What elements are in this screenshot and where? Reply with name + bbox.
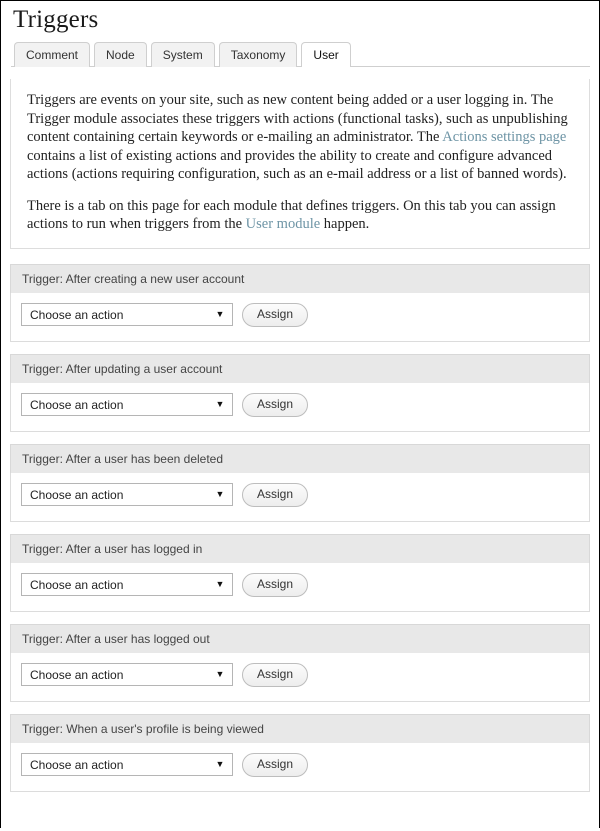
- trigger-section-delete-user: Trigger: After a user has been deleted C…: [10, 443, 590, 522]
- intro-p2-text-after: happen.: [320, 216, 370, 232]
- action-select-value: Choose an action: [30, 487, 124, 502]
- trigger-section-logout: Trigger: After a user has logged out Cho…: [10, 623, 590, 702]
- tab-system[interactable]: System: [150, 42, 215, 67]
- trigger-header: Trigger: After a user has logged out: [10, 623, 590, 653]
- action-select[interactable]: Choose an action ▼: [21, 393, 233, 416]
- triggers-admin-page: Triggers Comment Node System Taxonomy Us…: [1, 5, 599, 831]
- tab-bar: Comment Node System Taxonomy User: [11, 40, 590, 68]
- user-module-link[interactable]: User module: [246, 216, 321, 232]
- chevron-down-icon: ▼: [215, 759, 225, 769]
- chevron-down-icon: ▼: [215, 489, 225, 499]
- assign-button[interactable]: Assign: [242, 662, 309, 687]
- trigger-header: Trigger: When a user's profile is being …: [10, 713, 590, 743]
- actions-settings-page-link[interactable]: Actions settings page: [442, 129, 566, 145]
- page-title: Triggers: [13, 6, 99, 33]
- action-select[interactable]: Choose an action ▼: [21, 573, 233, 596]
- intro-p1-text-after: contains a list of existing actions and …: [27, 147, 567, 183]
- action-select-value: Choose an action: [30, 667, 124, 682]
- tab-comment[interactable]: Comment: [14, 42, 91, 67]
- assign-button[interactable]: Assign: [242, 572, 309, 597]
- assign-button[interactable]: Assign: [242, 752, 309, 777]
- tab-user-label: User: [313, 48, 339, 62]
- tab-node-label: Node: [106, 48, 135, 62]
- trigger-body: Choose an action ▼ Assign: [10, 562, 590, 612]
- action-select[interactable]: Choose an action ▼: [21, 483, 233, 506]
- trigger-header: Trigger: After a user has logged in: [10, 533, 590, 563]
- assign-button[interactable]: Assign: [242, 482, 309, 507]
- intro-panel: Triggers are events on your site, such a…: [10, 79, 590, 249]
- trigger-body: Choose an action ▼ Assign: [10, 292, 590, 342]
- action-select-value: Choose an action: [30, 307, 124, 322]
- chevron-down-icon: ▼: [215, 309, 225, 319]
- trigger-section-list: Trigger: After creating a new user accou…: [10, 263, 590, 792]
- tab-user[interactable]: User: [301, 42, 351, 68]
- action-select[interactable]: Choose an action ▼: [21, 663, 233, 686]
- assign-button[interactable]: Assign: [242, 302, 309, 327]
- trigger-section-create-user: Trigger: After creating a new user accou…: [10, 263, 590, 342]
- chevron-down-icon: ▼: [215, 579, 225, 589]
- tab-taxonomy-label: Taxonomy: [230, 48, 286, 62]
- tab-comment-label: Comment: [26, 48, 79, 62]
- tab-system-label: System: [162, 48, 203, 62]
- action-select[interactable]: Choose an action ▼: [21, 303, 233, 326]
- trigger-section-update-user: Trigger: After updating a user account C…: [10, 353, 590, 432]
- trigger-section-view-profile: Trigger: When a user's profile is being …: [10, 713, 590, 792]
- action-select-value: Choose an action: [30, 757, 124, 772]
- tab-list: Comment Node System Taxonomy User: [11, 40, 590, 68]
- chevron-down-icon: ▼: [215, 669, 225, 679]
- tab-node[interactable]: Node: [94, 42, 147, 67]
- trigger-section-login: Trigger: After a user has logged in Choo…: [10, 533, 590, 612]
- action-select-value: Choose an action: [30, 577, 124, 592]
- trigger-header: Trigger: After a user has been deleted: [10, 443, 590, 473]
- chevron-down-icon: ▼: [215, 399, 225, 409]
- action-select[interactable]: Choose an action ▼: [21, 753, 233, 776]
- assign-button[interactable]: Assign: [242, 392, 309, 417]
- trigger-header: Trigger: After updating a user account: [10, 353, 590, 383]
- trigger-body: Choose an action ▼ Assign: [10, 652, 590, 702]
- intro-paragraph-1: Triggers are events on your site, such a…: [27, 91, 573, 184]
- tab-taxonomy[interactable]: Taxonomy: [218, 42, 298, 67]
- trigger-body: Choose an action ▼ Assign: [10, 382, 590, 432]
- intro-paragraph-2: There is a tab on this page for each mod…: [27, 197, 573, 234]
- action-select-value: Choose an action: [30, 397, 124, 412]
- trigger-body: Choose an action ▼ Assign: [10, 742, 590, 792]
- trigger-body: Choose an action ▼ Assign: [10, 472, 590, 522]
- trigger-header: Trigger: After creating a new user accou…: [10, 263, 590, 293]
